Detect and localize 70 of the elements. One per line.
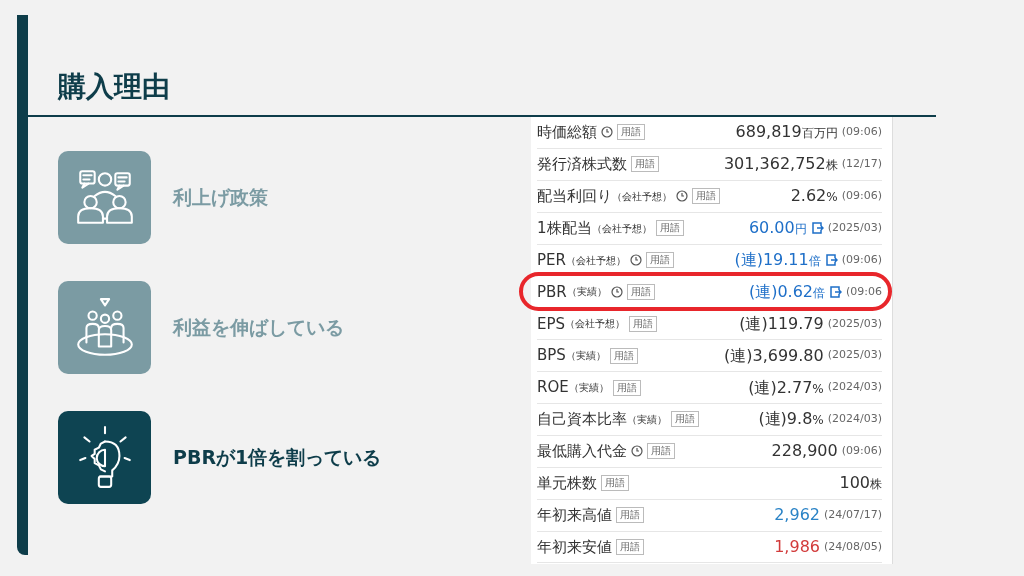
date-text: (2025/03)	[827, 347, 882, 364]
glossary-link[interactable]: 用語	[655, 220, 684, 237]
value-text: (連)0.62倍	[748, 280, 825, 303]
row-label: 配当利回り	[537, 185, 612, 207]
external-link-icon[interactable]	[830, 285, 842, 298]
value-text: (連)119.79	[739, 312, 824, 335]
glossary-link[interactable]: 用語	[629, 315, 658, 332]
row-label: EPS	[537, 313, 566, 335]
row-label: 単元株数	[537, 473, 597, 494]
qualifier-text: （会社予想）	[565, 317, 626, 332]
date-text: (2025/03)	[827, 315, 882, 332]
row-label: 時価総額	[537, 122, 597, 144]
date-text: (09:06	[846, 283, 882, 300]
row-label: 最低購入代金	[537, 441, 627, 463]
glossary-link[interactable]: 用語	[601, 475, 629, 492]
reason-text: PBRが1倍を割っている	[173, 445, 382, 471]
row-label: 1株配当	[537, 217, 592, 239]
glossary-link[interactable]: 用語	[617, 124, 645, 141]
value-text: (連)9.8%	[758, 408, 824, 431]
row-label: BPS	[537, 345, 566, 367]
glossary-link[interactable]: 用語	[631, 156, 659, 173]
glossary-link[interactable]: 用語	[626, 283, 655, 300]
glossary-link[interactable]: 用語	[645, 252, 674, 268]
date-text: (24/07/17)	[824, 506, 882, 523]
external-link-icon[interactable]	[811, 222, 824, 235]
date-text: (2024/03)	[827, 379, 882, 396]
date-text: (09:06)	[841, 187, 882, 204]
value-text: 2,962	[774, 504, 820, 527]
qualifier-text: （会社予想）	[612, 189, 672, 204]
row-label: ROE	[537, 377, 569, 399]
value-text: 2.62%	[790, 185, 838, 208]
value-text: 301,362,752株	[723, 153, 838, 176]
qualifier-text: （実績）	[566, 285, 607, 300]
glossary-link[interactable]: 用語	[609, 347, 638, 364]
value-text: 689,819百万円	[735, 121, 838, 144]
date-text: (2024/03)	[827, 411, 882, 428]
date-text: (2025/03)	[827, 219, 882, 236]
glossary-link[interactable]: 用語	[671, 411, 699, 428]
external-link-icon[interactable]	[825, 254, 838, 266]
date-text: (09:06)	[841, 124, 882, 141]
reason-text: 利上げ政策	[173, 185, 268, 211]
glossary-link[interactable]: 用語	[692, 188, 720, 205]
glossary-link[interactable]: 用語	[612, 379, 641, 396]
row-label: 発行済株式数	[537, 154, 627, 176]
reason-text: 利益を伸ばしている	[173, 315, 344, 341]
value-text: 100株	[839, 472, 882, 495]
value-text: 1,986	[774, 536, 820, 558]
date-text: (24/08/05)	[824, 538, 882, 555]
value-text: 60.00円	[748, 217, 807, 240]
glossary-link[interactable]: 用語	[647, 443, 675, 460]
date-text: (09:06)	[841, 443, 882, 460]
qualifier-text: （会社予想）	[565, 254, 626, 268]
row-label: 年初来安値	[537, 536, 612, 558]
row-label: 自己資本比率	[537, 409, 627, 431]
slide-title: 購入理由	[58, 69, 171, 105]
date-text: (12/17)	[841, 156, 882, 173]
value-text: 228,900	[771, 440, 838, 463]
glossary-link[interactable]: 用語	[616, 507, 644, 524]
qualifier-text: （実績）	[565, 349, 606, 364]
glossary-link[interactable]: 用語	[616, 539, 644, 555]
qualifier-text: （実績）	[568, 381, 609, 396]
value-text: (連)19.11倍	[734, 249, 821, 271]
value-text: (連)3,699.80	[724, 344, 824, 367]
row-label: PER	[537, 249, 566, 271]
row-label: PBR	[537, 281, 567, 303]
value-text: (連)2.77%	[748, 376, 824, 399]
qualifier-text: （実績）	[627, 412, 667, 427]
row-label: 年初来高値	[537, 504, 612, 526]
date-text: (09:06)	[841, 251, 882, 268]
qualifier-text: （会社予想）	[591, 221, 652, 236]
